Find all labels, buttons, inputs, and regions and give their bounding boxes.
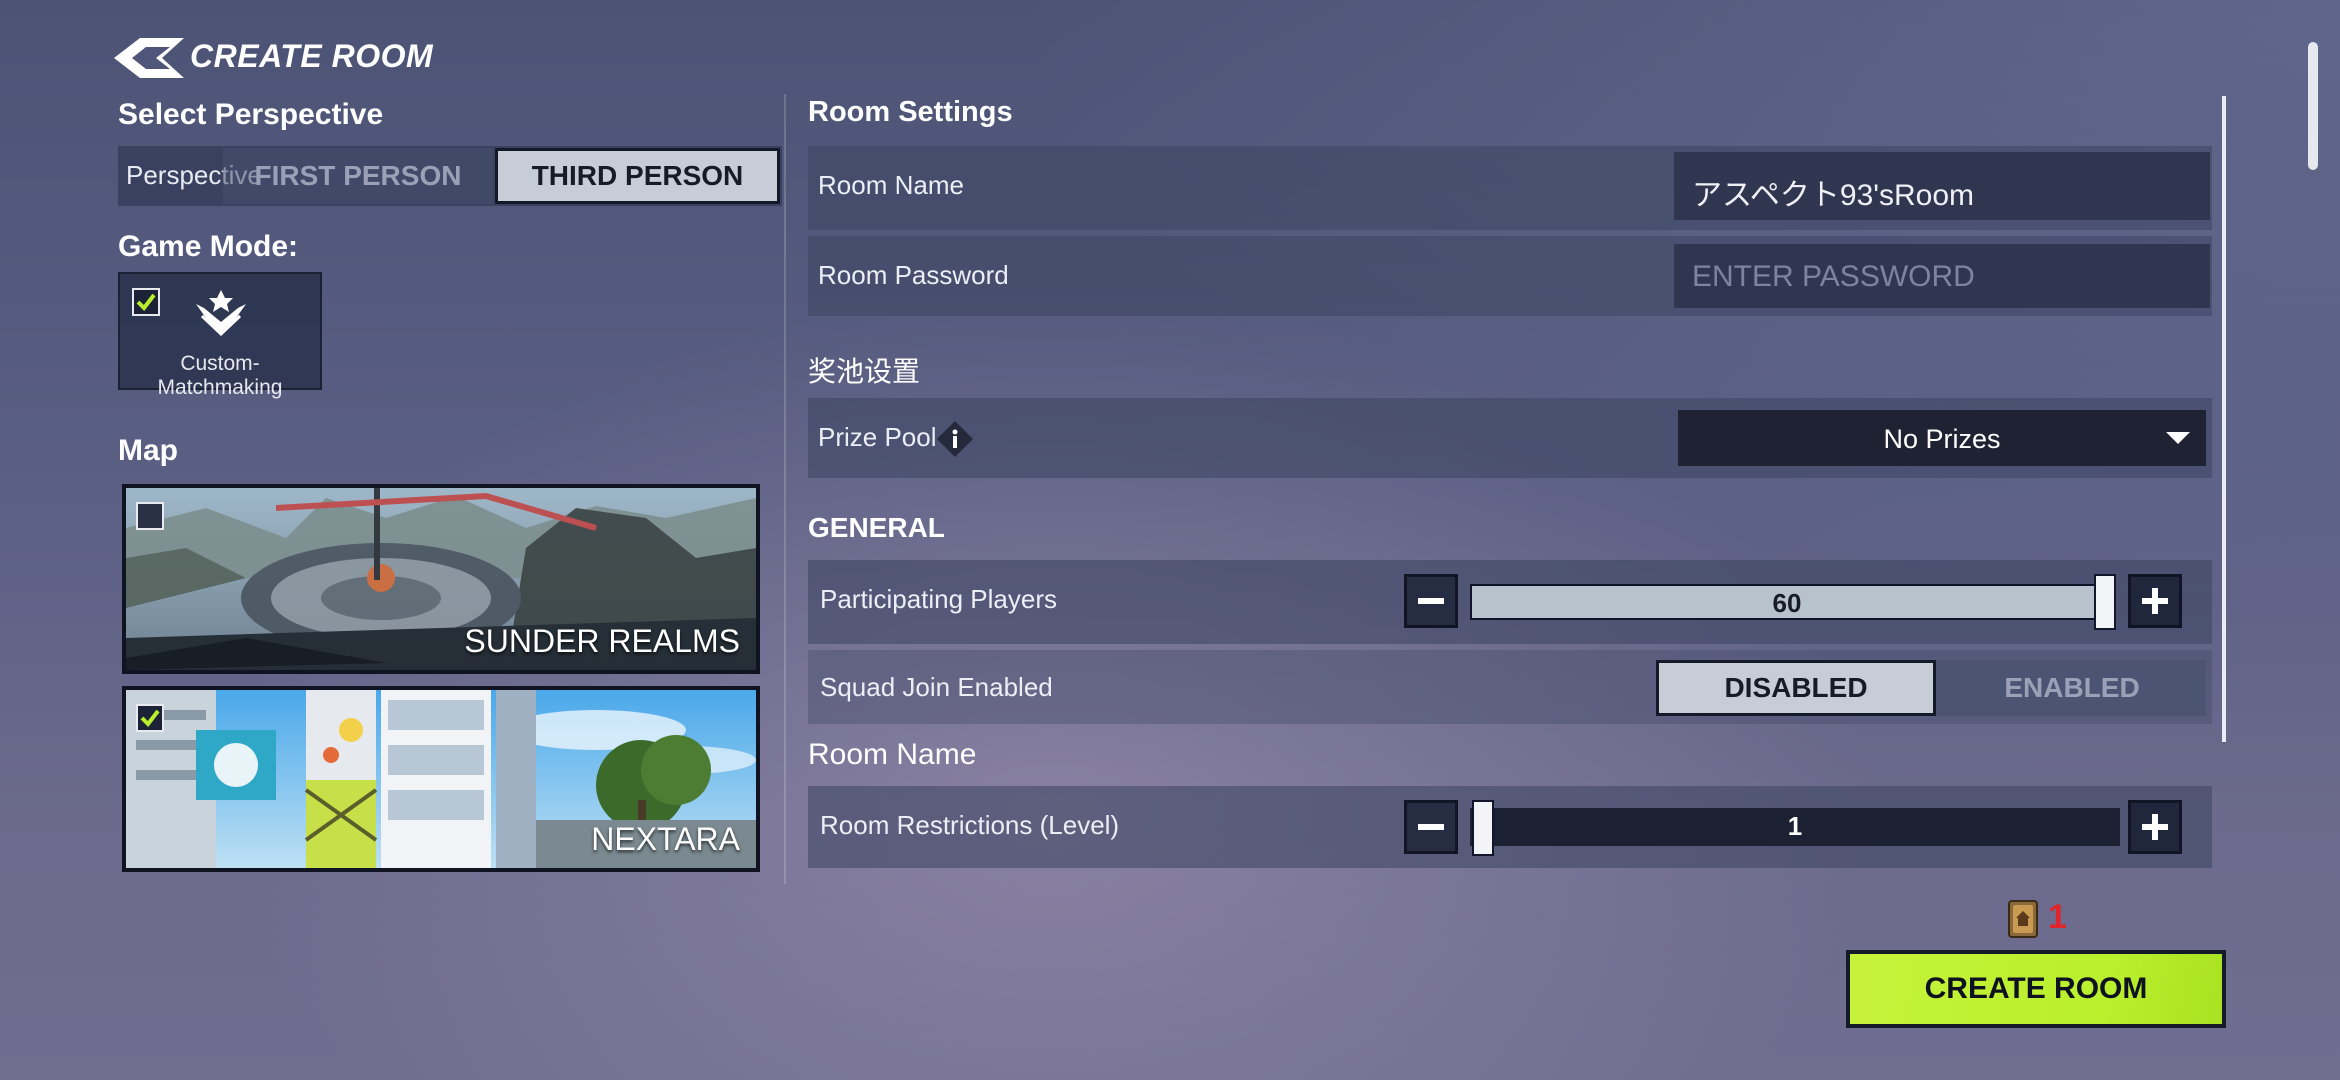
room-password-row: Room Password ENTER PASSWORD bbox=[808, 236, 2212, 316]
page-title: CREATE ROOM bbox=[190, 38, 434, 74]
prize-pool-label: Prize Pool bbox=[818, 422, 937, 452]
rank-emblem-icon bbox=[196, 290, 246, 336]
chevron-down-icon bbox=[2166, 432, 2190, 444]
participating-players-row: Participating Players 60 bbox=[808, 560, 2212, 644]
squad-disabled-option[interactable]: DISABLED bbox=[1656, 660, 1936, 716]
third-person-option[interactable]: THIRD PERSON bbox=[495, 148, 780, 204]
back-arrow-icon bbox=[114, 38, 184, 78]
map-checkbox-sunder-realms[interactable] bbox=[136, 502, 164, 530]
restrictions-section-title: Room Name bbox=[808, 738, 977, 771]
room-password-label: Room Password bbox=[818, 260, 1009, 290]
map-name-sunder-realms: SUNDER REALMS bbox=[464, 623, 740, 659]
room-card-icon bbox=[2008, 900, 2038, 938]
room-name-label: Room Name bbox=[818, 170, 964, 200]
level-increment-button[interactable] bbox=[2128, 800, 2182, 854]
checkmark-icon bbox=[140, 709, 160, 728]
map-checkbox-nextara[interactable] bbox=[136, 704, 164, 732]
page-scrollbar[interactable] bbox=[2308, 42, 2318, 170]
players-increment-button[interactable] bbox=[2128, 574, 2182, 628]
players-slider-track[interactable]: 60 bbox=[1470, 584, 2104, 620]
room-restrictions-label: Room Restrictions (Level) bbox=[820, 810, 1120, 840]
players-value: 60 bbox=[1772, 588, 1802, 618]
info-icon[interactable] bbox=[936, 420, 974, 458]
perspective-section-title: Select Perspective bbox=[118, 98, 384, 131]
participating-players-label: Participating Players bbox=[820, 584, 1057, 614]
minus-icon bbox=[1418, 824, 1444, 830]
create-room-button[interactable]: CREATE ROOM bbox=[1846, 950, 2226, 1028]
room-name-input[interactable]: アスペクト93'sRoom bbox=[1674, 152, 2210, 220]
panel-divider bbox=[784, 94, 786, 884]
squad-join-row: Squad Join Enabled DISABLED ENABLED bbox=[808, 650, 2212, 724]
map-section-title: Map bbox=[118, 434, 178, 467]
map-card-nextara[interactable]: NEXTARA bbox=[122, 686, 760, 872]
ticket-count: 1 bbox=[2048, 898, 2067, 936]
game-mode-section-title: Game Mode: bbox=[118, 230, 299, 263]
players-decrement-button[interactable] bbox=[1404, 574, 1458, 628]
level-slider-track[interactable]: 1 bbox=[1470, 808, 2120, 846]
room-name-row: Room Name アスペクト93'sRoom bbox=[808, 146, 2212, 230]
room-password-placeholder: ENTER PASSWORD bbox=[1692, 260, 1975, 293]
players-slider-thumb[interactable] bbox=[2094, 574, 2116, 630]
room-settings-title: Room Settings bbox=[808, 96, 1013, 128]
prize-pool-row: Prize Pool No Prizes bbox=[808, 398, 2212, 478]
prize-pool-selected: No Prizes bbox=[1883, 424, 2001, 454]
settings-scrollbar[interactable] bbox=[2222, 96, 2226, 742]
room-password-input[interactable]: ENTER PASSWORD bbox=[1674, 244, 2210, 308]
squad-join-toggle: DISABLED ENABLED bbox=[1656, 660, 2206, 716]
plus-icon bbox=[2142, 814, 2168, 840]
level-slider-thumb[interactable] bbox=[1472, 800, 1494, 856]
game-mode-checkbox[interactable] bbox=[132, 288, 160, 316]
perspective-selector: Perspective FIRST PERSON THIRD PERSON bbox=[118, 146, 782, 206]
squad-join-label: Squad Join Enabled bbox=[820, 672, 1053, 702]
minus-icon bbox=[1418, 598, 1444, 604]
plus-icon bbox=[2142, 588, 2168, 614]
general-section-title: GENERAL bbox=[808, 512, 945, 543]
room-restrictions-row: Room Restrictions (Level) 1 bbox=[808, 786, 2212, 868]
prize-pool-dropdown[interactable]: No Prizes bbox=[1678, 410, 2206, 466]
game-mode-card[interactable]: Custom-Matchmaking bbox=[118, 272, 322, 399]
game-mode-label: Custom-Matchmaking bbox=[157, 352, 283, 399]
map-name-nextara: NEXTARA bbox=[591, 821, 740, 857]
first-person-option[interactable]: FIRST PERSON bbox=[223, 148, 493, 204]
level-value: 1 bbox=[1787, 811, 1803, 841]
checkmark-icon bbox=[136, 293, 156, 312]
map-card-sunder-realms[interactable]: SUNDER REALMS bbox=[122, 484, 760, 674]
level-decrement-button[interactable] bbox=[1404, 800, 1458, 854]
room-name-value: アスペクト93'sRoom bbox=[1692, 179, 1975, 212]
prize-section-title: 奖池设置 bbox=[808, 356, 921, 387]
squad-enabled-option[interactable]: ENABLED bbox=[1940, 660, 2204, 716]
back-button[interactable] bbox=[110, 34, 190, 82]
